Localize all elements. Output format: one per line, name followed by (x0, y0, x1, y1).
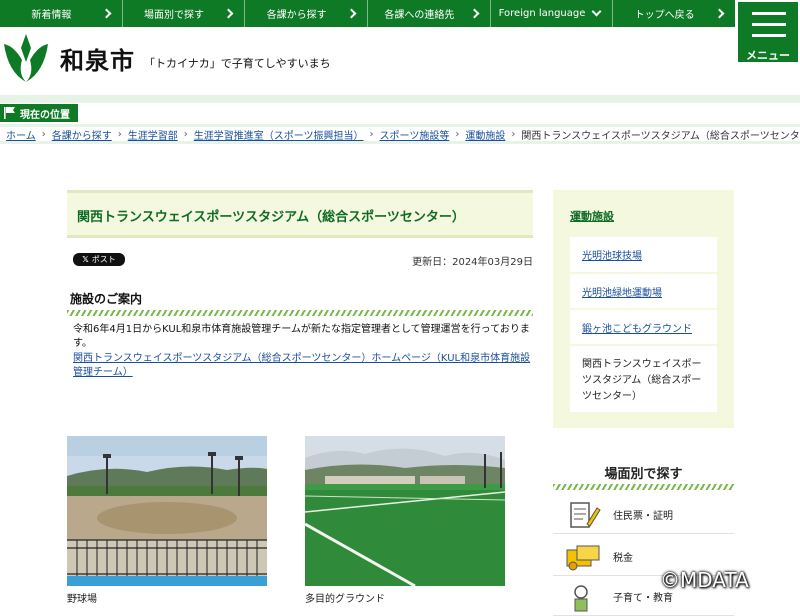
baseball-field-caption: 野球場 (67, 594, 97, 605)
sidebar-item-current: 関西トランスウェイスポーツスタジアム（総合スポーツセンター） (570, 346, 717, 412)
chevron-right-icon (223, 8, 234, 19)
flag-icon (4, 107, 15, 119)
nav-by-scene-label: 場面別で探す (144, 10, 204, 21)
breadcrumb-separator: › (511, 128, 516, 140)
x-logo-icon: 𝕏 (82, 255, 89, 264)
header-divider (0, 95, 800, 103)
nav-contacts-label: 各課への連絡先 (384, 10, 455, 21)
site-logo[interactable]: 和泉市 (0, 32, 135, 84)
breadcrumb-sports-facilities[interactable]: スポーツ施設等 (380, 127, 450, 142)
scene-item-label: 住民票・証明 (613, 511, 673, 522)
page-title-box: 関西トランスウェイスポーツスタジアム（総合スポーツセンター） (67, 190, 533, 238)
nav-news-label: 新着情報 (31, 10, 72, 21)
chevron-right-icon (346, 8, 357, 19)
breadcrumb-separator: › (183, 128, 188, 140)
sidebar-item-label: 光明池緑地運動場 (582, 287, 662, 299)
sidebar-item-komyoike-park-field[interactable]: 光明池緑地運動場 (570, 274, 717, 308)
hamburger-icon (752, 23, 786, 26)
nav-news[interactable]: 新着情報 (0, 0, 123, 27)
breadcrumb-home[interactable]: ホーム (6, 127, 36, 142)
scene-item-resident-certificate[interactable]: 住民票・証明 (553, 496, 734, 534)
nav-foreign-language-label: Foreign language (498, 8, 586, 19)
sidebar-athletic-facilities: 運動施設 光明池球技場 光明池緑地運動場 鍛ヶ池こどもグラウンド 関西トランスウ… (553, 190, 734, 428)
nav-by-dept[interactable]: 各課から探す (245, 0, 369, 27)
document-pen-icon (570, 501, 601, 528)
tax-money-icon (566, 545, 600, 570)
breadcrumb-athletic-facilities[interactable]: 運動施設 (465, 127, 505, 142)
nav-by-dept-label: 各課から探す (266, 10, 327, 21)
city-emblem-icon (4, 34, 48, 82)
child-icon (574, 584, 588, 611)
scene-item-label: 税金 (613, 553, 633, 564)
baseball-field-photo (67, 436, 267, 586)
hamburger-icon (752, 12, 786, 15)
scene-search-heading: 場面別で探す (604, 467, 683, 482)
breadcrumb-lifelong-learning[interactable]: 生涯学習部 (128, 127, 178, 142)
nav-by-scene[interactable]: 場面別で探す (123, 0, 246, 27)
sidebar-item-label: 光明池球技場 (582, 251, 642, 262)
tagline: 「トカイナカ」で子育てしやすいまち (144, 57, 331, 70)
breadcrumb-separator: › (455, 128, 460, 140)
breadcrumb-by-dept[interactable]: 各課から探す (52, 127, 112, 142)
breadcrumb: ホーム › 各課から探す › 生涯学習部 › 生涯学習推進室（スポーツ振興担当）… (0, 124, 800, 144)
body-text: 令和6年4月1日からKUL和泉市体育施設管理チームが新たな指定管理者として管理運… (73, 324, 530, 349)
multipurpose-ground-photo (305, 436, 505, 586)
chevron-right-icon (469, 8, 480, 19)
multipurpose-ground-caption: 多目的グラウンド (305, 594, 385, 605)
copyright-watermark: ©MDATA (660, 568, 749, 592)
sidebar-item-kajigaike-kids-ground[interactable]: 鍛ヶ池こどもグラウンド (570, 310, 717, 344)
site-name: 和泉市 (60, 45, 135, 75)
menu-button[interactable]: メニュー (736, 0, 800, 64)
breadcrumb-current: 関西トランスウェイスポーツスタジアム（総合スポーツセンター） (521, 130, 800, 142)
chevron-right-icon (101, 8, 112, 19)
sidebar-item-label: 鍛ヶ池こどもグラウンド (582, 323, 692, 335)
section-heading: 施設のご案内 (70, 292, 143, 306)
menu-label: メニュー (746, 49, 790, 62)
location-label: 現在の位置 (20, 109, 70, 121)
nav-contacts[interactable]: 各課への連絡先 (368, 0, 491, 27)
global-nav: 新着情報 場面別で探す 各課から探す 各課への連絡先 Foreign langu… (0, 0, 735, 27)
sidebar-title-link[interactable]: 運動施設 (570, 208, 614, 224)
sidebar-item-komyoike-ballpark[interactable]: 光明池球技場 (570, 237, 717, 272)
updated-date: 更新日：2024年03月29日 (412, 257, 533, 268)
x-post-button[interactable]: 𝕏 ポスト (73, 253, 125, 266)
x-post-label: ポスト (91, 255, 116, 264)
facility-homepage-link[interactable]: 関西トランスウェイスポーツスタジアム（総合スポーツセンター）ホームページ（KUL… (73, 352, 533, 380)
sidebar-current-label: 関西トランスウェイスポーツスタジアム（総合スポーツセンター） (582, 359, 702, 402)
breadcrumb-sports-promotion[interactable]: 生涯学習推進室（スポーツ振興担当） (194, 127, 364, 142)
hamburger-icon (752, 34, 786, 37)
location-badge: 現在の位置 (0, 104, 78, 122)
nav-back-to-top-label: トップへ戻る (634, 10, 695, 21)
nav-foreign-language[interactable]: Foreign language (491, 0, 614, 27)
breadcrumb-separator: › (117, 128, 122, 140)
breadcrumb-separator: › (369, 128, 374, 140)
chevron-down-icon (591, 6, 602, 17)
chevron-right-icon (714, 8, 725, 19)
scene-divider (553, 484, 734, 490)
page-title: 関西トランスウェイスポーツスタジアム（総合スポーツセンター） (77, 210, 465, 225)
breadcrumb-separator: › (41, 128, 46, 140)
section-divider (67, 310, 533, 316)
nav-back-to-top[interactable]: トップへ戻る (613, 0, 735, 27)
